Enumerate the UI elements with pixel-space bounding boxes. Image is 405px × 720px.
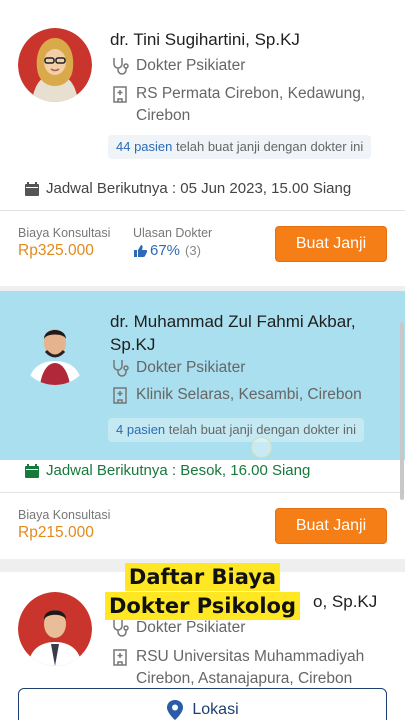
patients-count: 44 pasien: [116, 139, 173, 154]
hospital-icon: [113, 387, 127, 404]
patients-suffix: telah buat janji dengan dokter ini: [168, 422, 356, 437]
doctor-name[interactable]: dr. Tini Sugihartini, Sp.KJ: [110, 28, 300, 51]
next-schedule: Jadwal Berikutnya : 05 Jun 2023, 15.00 S…: [24, 180, 351, 197]
rating: 67% (3): [133, 242, 201, 259]
specialty-row: Dokter Psikiater: [110, 55, 245, 77]
location-line1: RSU Universitas Muhammadiyah: [136, 648, 365, 665]
scrollbar[interactable]: [400, 322, 404, 500]
rating-value: 67%: [150, 242, 181, 259]
patients-suffix: telah buat janji dengan dokter ini: [176, 139, 364, 154]
specialty-row: Dokter Psikiater: [110, 617, 245, 639]
divider: [0, 210, 405, 211]
book-appointment-button[interactable]: Buat Janji: [275, 508, 387, 544]
schedule-text: Jadwal Berikutnya : Besok, 16.00 Siang: [46, 462, 311, 479]
thumbs-up-icon: [134, 244, 147, 257]
location-row: RSU Universitas Muhammadiyah Cirebon, As…: [110, 646, 364, 690]
calendar-icon: [25, 181, 39, 196]
location-button-label: Lokasi: [192, 701, 239, 718]
book-appointment-button[interactable]: Buat Janji: [275, 226, 387, 262]
location-button[interactable]: Lokasi: [18, 688, 387, 720]
schedule-text: Jadwal Berikutnya : 05 Jun 2023, 15.00 S…: [46, 180, 352, 197]
calendar-icon: [25, 463, 39, 478]
stethoscope-icon: [113, 360, 129, 377]
doctor-avatar: [18, 311, 92, 385]
stethoscope-icon: [113, 620, 129, 637]
doctor-name-tail[interactable]: o, Sp.KJ: [313, 590, 377, 613]
specialty-text: Dokter Psikiater: [136, 57, 246, 74]
location-row: RS Permata Cirebon, Kedawung, Cirebon: [110, 83, 365, 127]
rating-count: (3): [185, 243, 201, 258]
doctor-card-1[interactable]: dr. Tini Sugihartini, Sp.KJ Dokter Psiki…: [0, 0, 405, 286]
location-pin-icon: [167, 700, 184, 720]
location-line2: Cirebon: [136, 107, 191, 124]
doctor-avatar: [18, 28, 92, 102]
specialty-text: Dokter Psikiater: [136, 619, 246, 636]
divider: [0, 492, 405, 493]
fee-label: Biaya Konsultasi: [18, 226, 111, 240]
next-schedule: Jadwal Berikutnya : Besok, 16.00 Siang: [24, 462, 311, 479]
doctor-name-line1: dr. Muhammad Zul Fahmi Akbar,: [110, 312, 356, 331]
location-line1: Klinik Selaras, Kesambi, Cirebon: [136, 386, 362, 403]
patients-pill: 4 pasien telah buat janji dengan dokter …: [108, 418, 364, 442]
doctor-avatar: [18, 592, 92, 666]
location-row: Klinik Selaras, Kesambi, Cirebon: [110, 384, 362, 406]
review-label: Ulasan Dokter: [133, 226, 213, 240]
patients-pill: 44 pasien telah buat janji dengan dokter…: [108, 135, 372, 159]
specialty-text: Dokter Psikiater: [136, 359, 246, 376]
hospital-icon: [113, 86, 127, 103]
fee-value: Rp215.000: [18, 524, 94, 541]
location-line2: Cirebon, Astanajapura, Cirebon: [136, 670, 353, 687]
patients-count: 4 pasien: [116, 422, 166, 437]
doctor-name[interactable]: dr. Muhammad Zul Fahmi Akbar, Sp.KJ: [110, 310, 356, 356]
touch-indicator: [251, 437, 272, 458]
location-line1: RS Permata Cirebon, Kedawung,: [136, 85, 366, 102]
hospital-icon: [113, 649, 127, 666]
fee-value: Rp325.000: [18, 242, 94, 259]
doctor-name-line2: Sp.KJ: [110, 335, 156, 354]
specialty-row: Dokter Psikiater: [110, 357, 245, 379]
fee-label: Biaya Konsultasi: [18, 508, 111, 522]
doctor-card-2[interactable]: dr. Muhammad Zul Fahmi Akbar, Sp.KJ Dokt…: [0, 291, 405, 559]
stethoscope-icon: [113, 58, 129, 75]
